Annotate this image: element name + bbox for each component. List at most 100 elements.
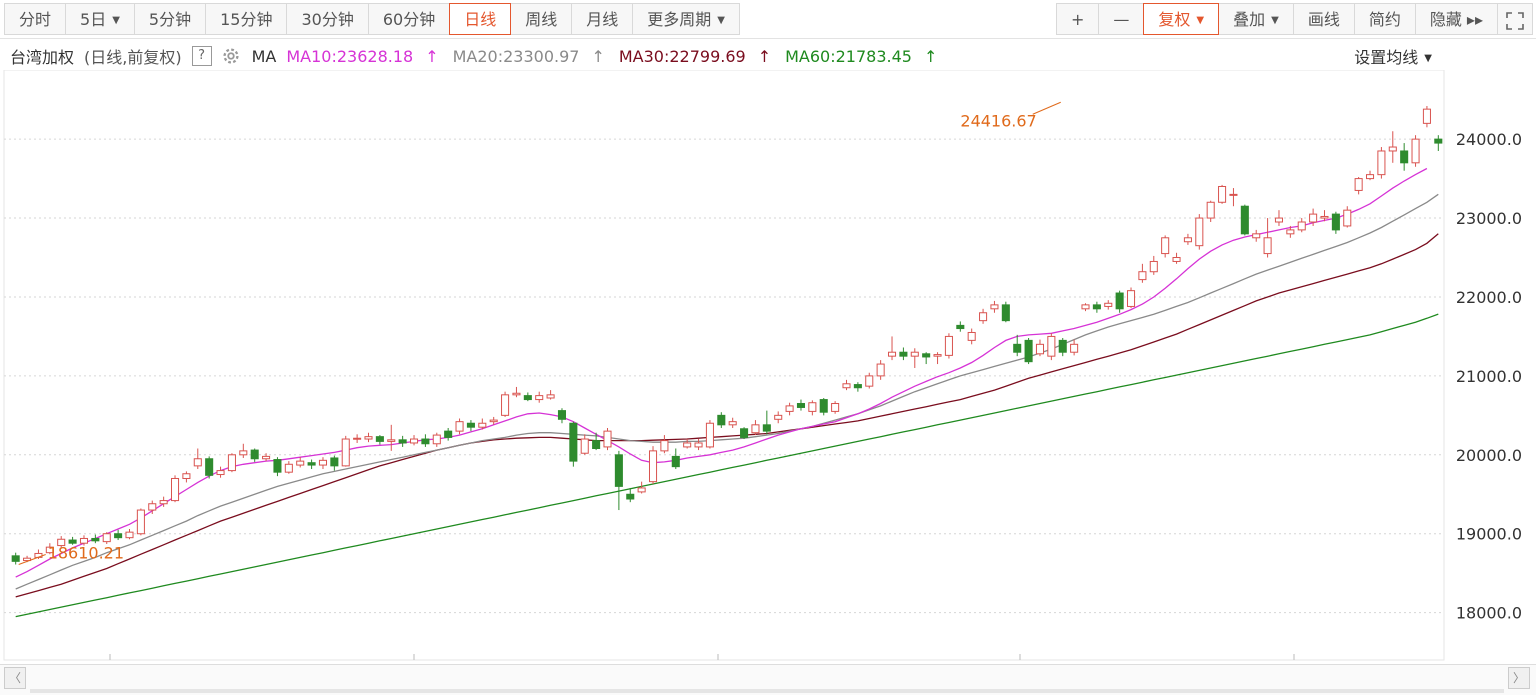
candle-body	[148, 503, 157, 511]
period-toolbar: 分时 5日 ▼ 5分钟 15分钟 30分钟 60分钟 日线 周线 月线 更多周期 ▼ + — 复权 ▼ 叠加 ▼…	[0, 0, 1536, 39]
period-button-7[interactable]: 周线	[510, 3, 573, 35]
tool-button-4[interactable]: 画线	[1292, 3, 1355, 35]
ma-setting-dropdown[interactable]: 设置均线 ▼	[1354, 44, 1432, 68]
y-tick-label: 24000.0	[1456, 130, 1522, 149]
period-button-9[interactable]: 更多周期 ▼	[632, 3, 740, 35]
candle-body	[1229, 193, 1238, 196]
button-label: 30分钟	[301, 10, 354, 29]
candle-body	[1354, 178, 1363, 191]
candle-body	[762, 424, 771, 432]
candlestick-chart[interactable]: 18000.0 19000.0 20000.0 21000.0 22000.0 23000…	[0, 70, 1536, 664]
candle-body	[444, 430, 453, 438]
scroll-track[interactable]	[30, 689, 1504, 693]
candle-body	[1070, 343, 1079, 353]
candle-body	[819, 399, 828, 413]
candle-body	[1411, 138, 1420, 164]
gear-icon[interactable]	[220, 45, 242, 67]
tool-button-3[interactable]: 叠加 ▼	[1218, 3, 1294, 35]
candle-body	[1081, 304, 1090, 310]
candle-body	[1286, 229, 1295, 235]
candle-body	[1024, 339, 1033, 363]
candle-body	[979, 312, 988, 322]
candle-body	[1104, 302, 1113, 307]
chevron-down-icon: ▼	[1271, 14, 1279, 26]
candle-body	[227, 454, 236, 472]
ma20-value: MA20:23300.97	[452, 46, 580, 66]
candle-body	[387, 439, 396, 442]
ma30-up-arrow: ↑	[757, 46, 772, 66]
tool-button-2[interactable]: 复权 ▼	[1143, 3, 1220, 35]
candle-body	[535, 395, 544, 401]
button-label: 5分钟	[148, 10, 192, 29]
candle-body	[1365, 174, 1375, 180]
chevron-down-icon: ▼	[1196, 14, 1205, 26]
candle-body	[1092, 304, 1101, 310]
ma20-line	[15, 193, 1439, 590]
button-label: 复权	[1158, 10, 1191, 29]
candle-body	[592, 440, 601, 449]
fullscreen-icon[interactable]	[1497, 3, 1533, 35]
button-label: 画线	[1307, 10, 1340, 29]
low-annotation: 18610.21	[48, 543, 124, 562]
candle-body	[580, 438, 589, 454]
candle-body	[136, 509, 145, 535]
candle-body	[489, 419, 498, 423]
candle-body	[318, 459, 328, 466]
candle-body	[648, 450, 658, 483]
period-button-3[interactable]: 15分钟	[205, 3, 288, 35]
candle-body	[1035, 343, 1045, 355]
period-button-1[interactable]: 5日 ▼	[65, 3, 135, 35]
candle-body	[193, 458, 202, 467]
candle-body	[808, 402, 817, 412]
candle-body	[922, 353, 931, 358]
candle-body	[1240, 205, 1249, 235]
candle-body	[603, 430, 612, 448]
candle-body	[671, 455, 680, 468]
help-icon[interactable]: ?	[191, 46, 212, 66]
button-label: —	[1113, 10, 1130, 29]
candle-body	[1218, 185, 1227, 203]
chart-scrollbar[interactable]: 〈 〉	[0, 664, 1536, 695]
chart-window: 分时 5日 ▼ 5分钟 15分钟 30分钟 60分钟 日线 周线 月线 更多周期 ▼ + — 复权 ▼ 叠加 ▼…	[0, 0, 1536, 695]
scroll-right-icon[interactable]: 〉	[1508, 667, 1530, 689]
candle-body	[774, 414, 783, 420]
candle-body	[216, 470, 225, 476]
candle-body	[102, 533, 111, 543]
candle-body	[705, 422, 714, 448]
tool-button-6[interactable]: 隐藏 ▸▸	[1414, 3, 1498, 35]
candle-body	[296, 460, 305, 466]
candle-body	[1001, 304, 1010, 322]
button-label: 叠加	[1233, 10, 1266, 29]
candle-body	[694, 442, 703, 448]
candle-body	[1126, 290, 1136, 307]
candle-body	[273, 459, 282, 473]
chevron-down-icon: ▼	[112, 14, 120, 26]
tool-button-0[interactable]: +	[1055, 3, 1100, 35]
tool-button-5[interactable]: 简约	[1353, 3, 1416, 35]
tool-button-1[interactable]: —	[1098, 3, 1145, 35]
candle-body	[478, 422, 487, 428]
candle-body	[1331, 213, 1340, 231]
candle-body	[239, 450, 248, 456]
period-button-4[interactable]: 30分钟	[286, 3, 369, 35]
button-label: 5日	[80, 10, 107, 29]
candle-body	[523, 395, 532, 401]
candle-body	[375, 436, 384, 442]
candle-body	[330, 457, 339, 467]
candle-body	[307, 462, 316, 466]
period-button-0[interactable]: 分时	[4, 3, 67, 35]
ma60-up-arrow: ↑	[923, 46, 938, 66]
candle-body	[831, 403, 840, 412]
ma-label: MA	[251, 46, 277, 66]
candle-body	[1377, 150, 1386, 176]
scroll-left-icon[interactable]: 〈	[4, 667, 26, 689]
period-button-6[interactable]: 日线	[449, 3, 512, 35]
period-button-5[interactable]: 60分钟	[367, 3, 451, 35]
chevron-down-icon: ▼	[1424, 53, 1432, 64]
period-button-2[interactable]: 5分钟	[133, 3, 207, 35]
button-label: 15分钟	[220, 10, 273, 29]
candle-body	[1400, 150, 1409, 164]
period-button-8[interactable]: 月线	[571, 3, 634, 35]
candle-body	[956, 324, 965, 330]
candle-body	[466, 422, 475, 428]
